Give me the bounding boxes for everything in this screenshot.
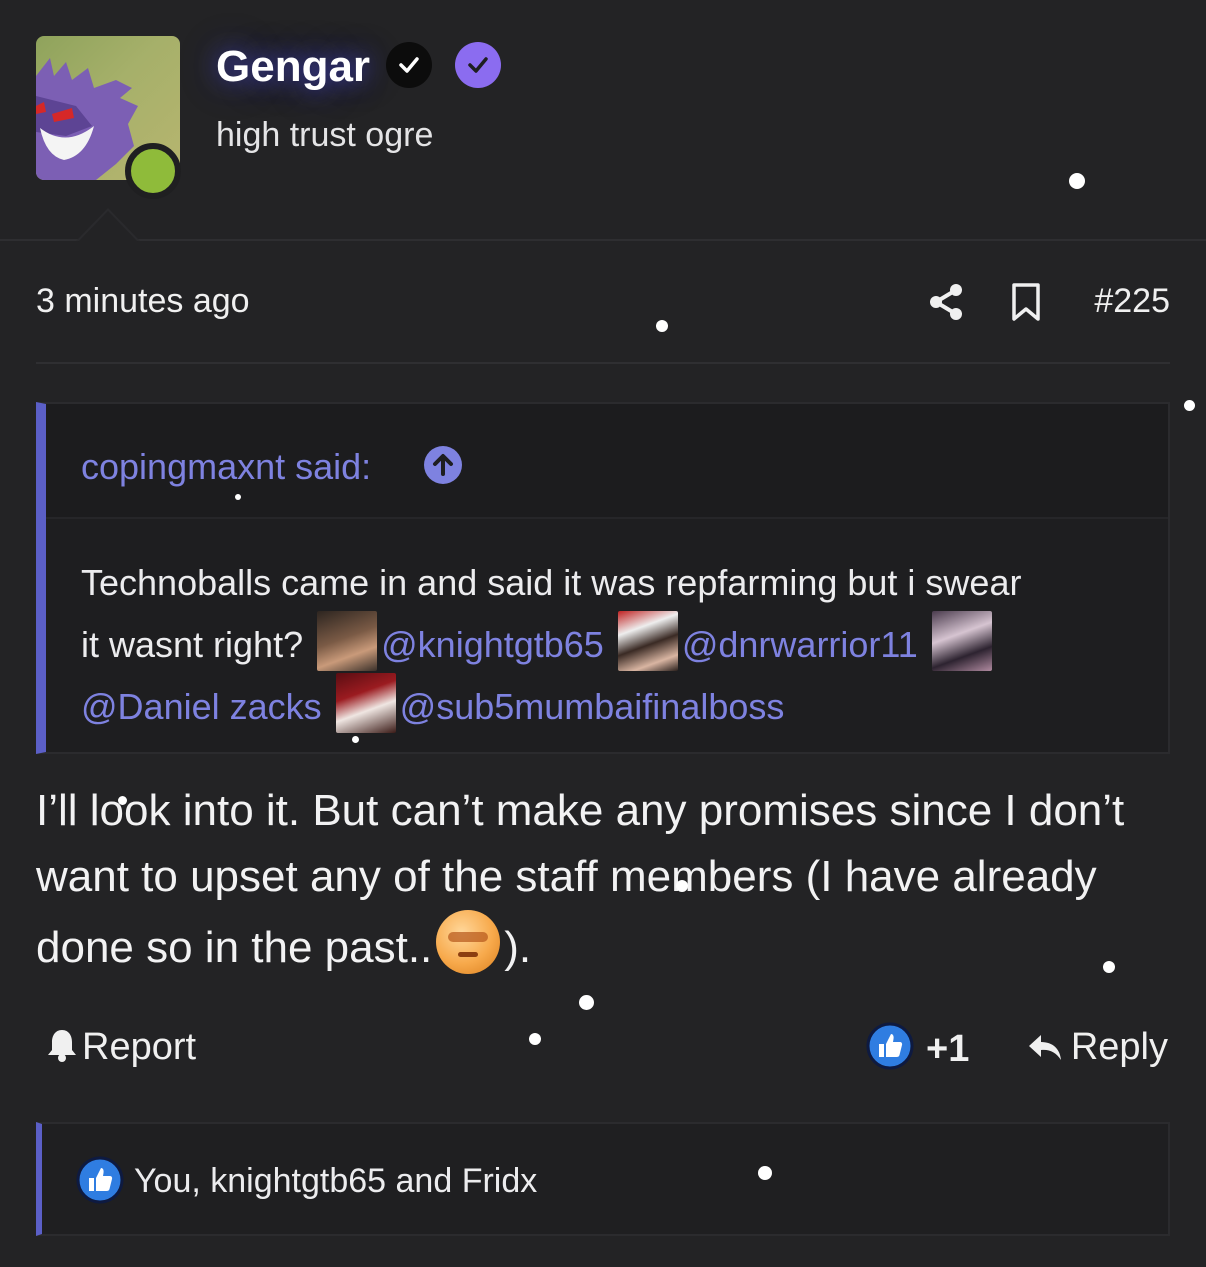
post-text: I’ll look into it. But can’t make any pr…: [36, 786, 1125, 972]
post-header: Gengar high trust ogre: [0, 0, 1206, 242]
like-icon: [76, 1156, 124, 1204]
post-body: I’ll look into it. But can’t make any pr…: [36, 778, 1170, 981]
snowflake: [1069, 173, 1085, 189]
mention-avatar: [617, 611, 678, 671]
post-meta: 3 minutes ago #225: [36, 280, 1170, 330]
snowflake: [676, 880, 688, 892]
snowflake: [1184, 400, 1195, 411]
quote-author-link[interactable]: copingmaxnt said:: [81, 446, 371, 488]
snowflake: [579, 995, 594, 1010]
mention-link[interactable]: @sub5mumbaifinalboss: [400, 686, 785, 727]
reactions-list[interactable]: You, knightgtb65 and Fridx: [134, 1162, 537, 1201]
reply-label: Reply: [1070, 1026, 1168, 1068]
quote-header: copingmaxnt said:: [46, 404, 1168, 519]
snowflake: [352, 736, 359, 743]
quote-jump-icon[interactable]: [424, 446, 462, 484]
mention-avatar: [931, 611, 992, 671]
like-count: +1: [926, 1028, 970, 1070]
reactions-bar[interactable]: You, knightgtb65 and Fridx: [36, 1122, 1170, 1236]
snowflake: [656, 320, 668, 332]
like-icon[interactable]: [866, 1022, 914, 1070]
verified-purple-icon: [455, 42, 501, 88]
post-text-end: ).: [504, 923, 532, 972]
online-status-indicator: [125, 143, 181, 199]
snowflake: [758, 1166, 772, 1180]
mention-avatar: [335, 673, 396, 733]
divider: [36, 362, 1170, 364]
reply-arrow-icon: [1028, 1035, 1061, 1060]
bell-icon: [48, 1030, 76, 1062]
bookmark-icon[interactable]: [1010, 282, 1042, 327]
snowflake: [529, 1033, 541, 1045]
quote-text-line2: it wasnt right?: [81, 624, 304, 665]
author-name[interactable]: Gengar: [216, 42, 370, 92]
emoji-icon: [436, 910, 501, 974]
mention-link[interactable]: @dnrwarrior11: [682, 624, 918, 665]
author-title: high trust ogre: [216, 116, 434, 154]
snowflake: [235, 494, 241, 500]
post-number-link[interactable]: #225: [1094, 282, 1170, 321]
quote-body: Technoballs came in and said it was repf…: [81, 554, 1141, 735]
post-actions: Report +1 Reply: [36, 1020, 1170, 1080]
snowflake: [1103, 961, 1115, 973]
share-icon[interactable]: [926, 282, 966, 327]
snowflake: [118, 796, 127, 805]
report-label: Report: [82, 1026, 197, 1068]
quote-block: copingmaxnt said: Technoballs came in an…: [36, 402, 1170, 754]
quote-text-line1: Technoballs came in and said it was repf…: [81, 562, 1022, 603]
mention-link[interactable]: @Daniel zacks: [81, 686, 322, 727]
reply-button[interactable]: Reply: [1027, 1026, 1168, 1069]
message-pointer: [76, 208, 140, 242]
verified-black-icon: [386, 42, 432, 88]
post-timestamp[interactable]: 3 minutes ago: [36, 282, 250, 321]
mention-avatar: [317, 611, 378, 671]
report-button[interactable]: Report: [46, 1026, 196, 1069]
mention-link[interactable]: @knightgtb65: [381, 624, 604, 665]
